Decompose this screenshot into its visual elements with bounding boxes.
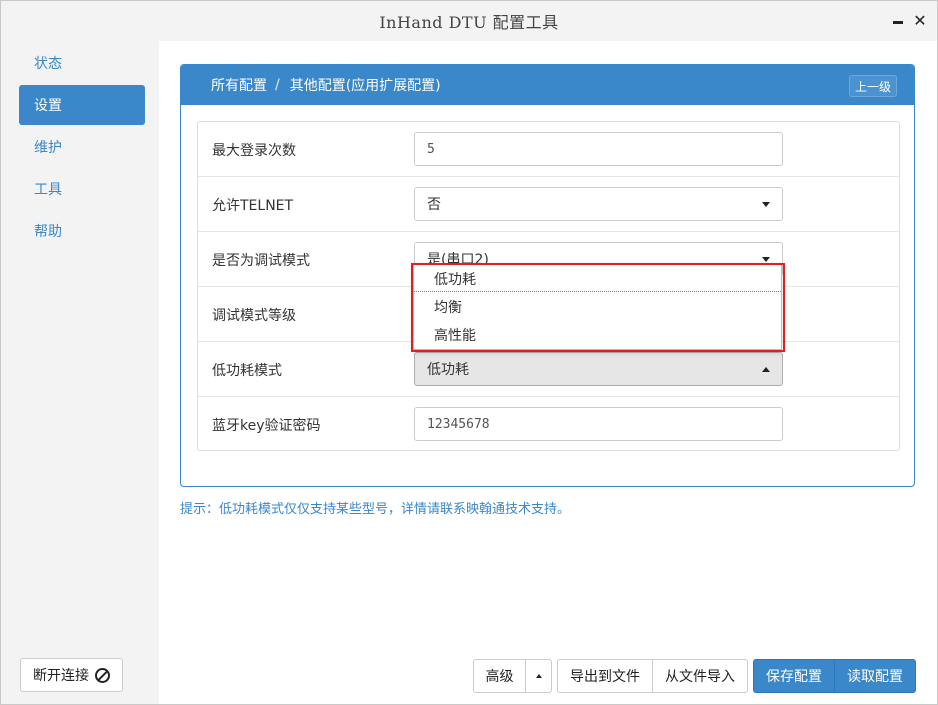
form-row-bt-key: 蓝牙key验证密码 12345678 bbox=[198, 397, 899, 452]
disconnect-label: 断开连接 bbox=[33, 668, 89, 684]
advanced-toggle-button[interactable] bbox=[525, 659, 552, 693]
select-value: 否 bbox=[427, 197, 441, 213]
field-label: 调试模式等级 bbox=[212, 307, 296, 324]
export-button[interactable]: 导出到文件 bbox=[557, 659, 653, 693]
sidebar-item-help[interactable]: 帮助 bbox=[19, 211, 145, 251]
field-label: 允许TELNET bbox=[212, 197, 294, 214]
window-title: InHand DTU 配置工具 bbox=[379, 13, 559, 32]
allow-telnet-select[interactable]: 否 bbox=[414, 187, 783, 221]
import-button[interactable]: 从文件导入 bbox=[652, 659, 748, 693]
select-value: 低功耗 bbox=[427, 362, 469, 378]
max-login-input[interactable]: 5 bbox=[414, 132, 783, 166]
form-row-allow-telnet: 允许TELNET 否 bbox=[198, 177, 899, 232]
close-button[interactable]: ✕ bbox=[913, 10, 927, 30]
breadcrumb-root[interactable]: 所有配置 bbox=[211, 75, 267, 95]
close-icon: ✕ bbox=[913, 10, 927, 30]
app-window: InHand DTU 配置工具 ✕ 状态 设置 维护 工具 帮助 断开连接 所有… bbox=[0, 0, 938, 705]
sidebar-item-status[interactable]: 状态 bbox=[19, 43, 145, 83]
sidebar-item-settings[interactable]: 设置 bbox=[19, 85, 145, 125]
breadcrumb-current: 其他配置(应用扩展配置) bbox=[289, 78, 441, 94]
read-config-button[interactable]: 读取配置 bbox=[834, 659, 916, 693]
sidebar: 状态 设置 维护 工具 帮助 bbox=[1, 41, 159, 704]
breadcrumb: 所有配置 / 其他配置(应用扩展配置) 上一级 bbox=[181, 65, 914, 105]
title-bar: InHand DTU 配置工具 ✕ bbox=[1, 1, 937, 41]
caret-up-icon bbox=[762, 367, 770, 372]
caret-down-icon bbox=[762, 257, 770, 262]
sidebar-item-label: 维护 bbox=[34, 140, 62, 156]
save-config-button[interactable]: 保存配置 bbox=[753, 659, 835, 693]
sidebar-item-maintenance[interactable]: 维护 bbox=[19, 127, 145, 167]
field-label: 是否为调试模式 bbox=[212, 252, 310, 269]
low-power-select[interactable]: 低功耗 bbox=[414, 352, 783, 386]
field-label: 蓝牙key验证密码 bbox=[212, 417, 321, 434]
field-label: 最大登录次数 bbox=[212, 142, 296, 159]
minimize-button[interactable] bbox=[891, 11, 905, 29]
field-label: 低功耗模式 bbox=[212, 362, 282, 379]
window-controls: ✕ bbox=[891, 10, 927, 30]
disconnect-button[interactable]: 断开连接 bbox=[20, 658, 123, 692]
highlight-annotation bbox=[411, 263, 785, 352]
sidebar-item-label: 工具 bbox=[34, 182, 62, 198]
minimize-icon bbox=[893, 20, 903, 24]
breadcrumb-separator: / bbox=[275, 77, 280, 93]
advanced-button[interactable]: 高级 bbox=[473, 659, 526, 693]
up-level-button[interactable]: 上一级 bbox=[848, 75, 897, 97]
sidebar-item-label: 设置 bbox=[34, 98, 62, 114]
caret-up-icon bbox=[535, 674, 542, 678]
bt-key-input[interactable]: 12345678 bbox=[414, 407, 783, 441]
sidebar-item-label: 状态 bbox=[34, 56, 62, 72]
tip-text: 提示：低功耗模式仅仅支持某些型号，详情请联系映翰通技术支持。 bbox=[180, 502, 571, 517]
sidebar-item-tools[interactable]: 工具 bbox=[19, 169, 145, 209]
sidebar-item-label: 帮助 bbox=[34, 224, 62, 240]
form-row-max-login: 最大登录次数 5 bbox=[198, 122, 899, 177]
ban-icon bbox=[95, 667, 110, 683]
caret-down-icon bbox=[762, 202, 770, 207]
